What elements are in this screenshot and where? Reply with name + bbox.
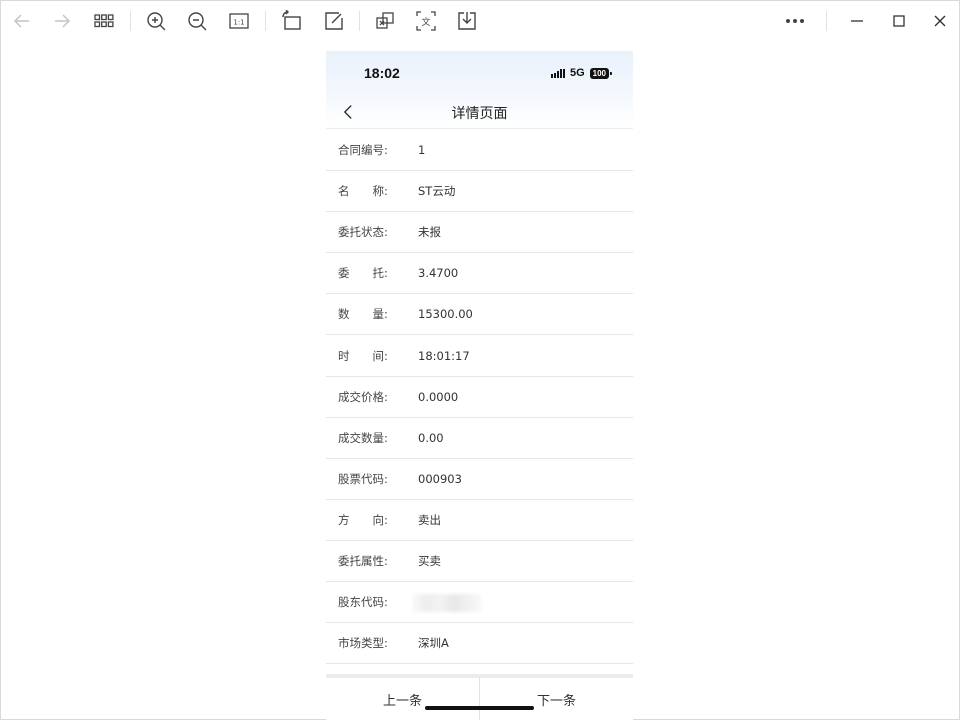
detail-row: 成交数量: 0.00 (326, 418, 633, 459)
toolbar-separator (359, 11, 360, 31)
actual-size-icon[interactable]: 1:1 (226, 9, 252, 33)
detail-row: 成交价格: 0.0000 (326, 377, 633, 418)
row-value: ST云动 (418, 184, 456, 199)
home-indicator[interactable] (425, 706, 534, 710)
forward-arrow-icon[interactable] (49, 9, 75, 33)
masked-value (412, 594, 482, 613)
maximize-icon[interactable] (886, 9, 912, 33)
detail-row: 市场类型: 深圳A (326, 623, 633, 665)
row-value: 000903 (418, 471, 462, 486)
row-label: 成交价格: (338, 389, 388, 404)
detail-row: 数 量: 15300.00 (326, 294, 633, 336)
detail-row: 股东代码: (326, 582, 633, 624)
network-type: 5G (569, 67, 585, 79)
toolbar-separator (826, 11, 827, 31)
image-translate-icon[interactable] (372, 9, 398, 33)
text-recognize-icon[interactable]: 文 (413, 9, 439, 33)
next-record-button[interactable]: 下一条 (480, 678, 633, 720)
row-value: 1 (418, 143, 426, 158)
close-icon[interactable] (927, 9, 953, 33)
row-label: 委托属性: (338, 553, 388, 568)
detail-list: 合同编号: 1 名 称: ST云动 委托状态: 未报 委 托: 3.4700 数… (326, 130, 633, 665)
row-label: 方 向: (338, 512, 388, 527)
status-bar: 18:02 5G 100 (326, 51, 633, 96)
detail-row: 时 间: 18:01:17 (326, 335, 633, 377)
detail-row: 名 称: ST云动 (326, 171, 633, 213)
back-arrow-icon[interactable] (9, 9, 35, 33)
grid-view-icon[interactable] (91, 9, 117, 33)
zoom-in-icon[interactable] (143, 9, 169, 33)
row-value: 买卖 (418, 553, 441, 568)
edit-icon[interactable] (321, 9, 347, 33)
row-value: 0.00 (418, 430, 444, 445)
row-label: 名 称: (338, 184, 388, 199)
row-label: 委托状态: (338, 225, 388, 240)
row-label: 数 量: (338, 307, 388, 322)
row-value: 卖出 (418, 512, 441, 527)
more-icon[interactable] (782, 9, 808, 33)
row-label: 市场类型: (338, 636, 388, 651)
status-indicators: 5G 100 (550, 67, 613, 79)
row-label: 股票代码: (338, 471, 388, 486)
toolbar-separator (130, 11, 131, 31)
svg-text:1:1: 1:1 (233, 19, 244, 27)
detail-row: 合同编号: 1 (326, 130, 633, 172)
page-title: 详情页面 (451, 106, 508, 122)
row-label: 成交数量: (338, 430, 388, 445)
row-value: 18:01:17 (418, 348, 470, 363)
row-label: 股东代码: (338, 595, 388, 610)
battery-icon: 100 (589, 67, 613, 79)
prev-record-button[interactable]: 上一条 (326, 678, 479, 720)
row-value: 3.4700 (418, 266, 459, 281)
rotate-icon[interactable] (279, 9, 305, 33)
detail-row: 委 托: 3.4700 (326, 253, 633, 295)
nav-bar: 详情页面 (326, 96, 633, 129)
status-time: 18:02 (364, 65, 400, 81)
footer-nav: 上一条 下一条 (326, 678, 633, 720)
detail-row: 股票代码: 000903 (326, 459, 633, 500)
row-label: 合同编号: (338, 143, 388, 158)
detail-row: 委托属性: 买卖 (326, 541, 633, 583)
signal-icon (550, 68, 565, 78)
row-label: 委 托: (338, 266, 388, 281)
detail-row: 方 向: 卖出 (326, 500, 633, 541)
detail-row: 委托状态: 未报 (326, 212, 633, 254)
toolbar-separator (265, 11, 266, 31)
row-value: 深圳A (418, 636, 449, 651)
svg-text:文: 文 (421, 16, 430, 28)
viewer-toolbar: 1:1 文 (1, 1, 959, 41)
row-value: 未报 (418, 225, 441, 240)
row-label: 时 间: (338, 348, 388, 363)
row-value: 15300.00 (418, 307, 473, 322)
row-value: 0.0000 (418, 389, 459, 404)
download-icon[interactable] (454, 9, 480, 33)
phone-screenshot: 18:02 5G 100 详情页面 合同编号: 1 名 称: ST云动 委托状态… (326, 51, 633, 720)
zoom-out-icon[interactable] (184, 9, 210, 33)
minimize-icon[interactable] (844, 9, 870, 33)
